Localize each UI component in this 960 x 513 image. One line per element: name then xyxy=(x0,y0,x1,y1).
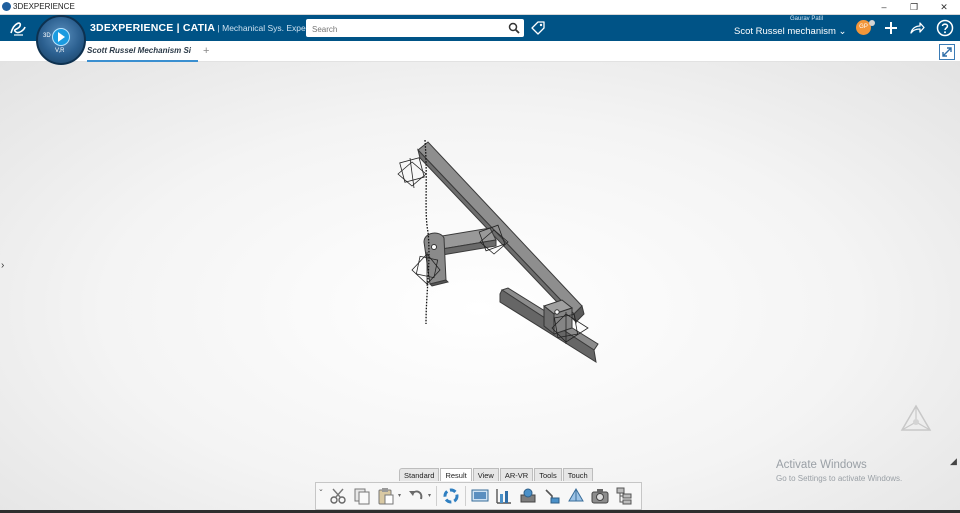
tab-tools[interactable]: Tools xyxy=(534,468,562,481)
tab-view[interactable]: View xyxy=(472,468,499,481)
tab-standard[interactable]: Standard xyxy=(399,468,440,481)
user-name: Gaurav Patil xyxy=(790,16,824,22)
toolbar-divider xyxy=(465,486,466,506)
status-dot xyxy=(869,20,875,26)
space-title: Scot Russel mechanism xyxy=(734,26,836,37)
cut-icon[interactable] xyxy=(328,486,348,506)
play-icon[interactable] xyxy=(52,28,70,46)
tree-icon[interactable] xyxy=(614,486,634,506)
section-tabs: Standard Result View AR-VR Tools Touch xyxy=(399,468,594,481)
tab-result[interactable]: Result xyxy=(440,468,472,481)
simulation-icon[interactable] xyxy=(518,486,538,506)
app-icon xyxy=(2,2,11,11)
tab-ar-vr[interactable]: AR-VR xyxy=(499,468,534,481)
ds-logo-icon[interactable] xyxy=(8,18,28,38)
tab-touch[interactable]: Touch xyxy=(562,468,593,481)
cursor-icon: ◢ xyxy=(950,456,957,466)
collapse-chevron-icon[interactable]: ⌄ xyxy=(318,485,326,507)
window-titlebar: 3DEXPERIENCE – ❐ ✕ xyxy=(0,0,960,15)
tab-scott-russel-mechanism[interactable]: Scott Russel Mechanism Si xyxy=(87,44,198,62)
restore-button[interactable]: ❐ xyxy=(902,0,926,14)
measure-icon[interactable] xyxy=(494,486,514,506)
joint-frame-top xyxy=(397,157,427,189)
search-box[interactable] xyxy=(306,19,524,37)
robot-compass-icon[interactable] xyxy=(896,402,936,438)
paste-icon[interactable] xyxy=(376,486,396,506)
close-button[interactable]: ✕ xyxy=(932,0,956,14)
undo-icon[interactable] xyxy=(406,486,426,506)
add-tab-button[interactable]: + xyxy=(203,44,209,58)
search-input[interactable] xyxy=(310,21,504,37)
brand-name: 3DEXPERIENCE | CATIA xyxy=(90,22,216,34)
compass-widget[interactable]: 3D V,R xyxy=(36,15,86,65)
tag-icon[interactable] xyxy=(530,20,546,36)
top-bar: 3DEXPERIENCE | CATIA | Mechanical Sys. E… xyxy=(0,15,960,41)
sensor-icon[interactable] xyxy=(542,486,562,506)
activate-windows-watermark: Activate Windows Go to Settings to activ… xyxy=(776,459,902,483)
minimize-button[interactable]: – xyxy=(872,0,896,14)
compass-3d-label: 3D xyxy=(43,33,51,39)
trace-curve xyxy=(424,139,430,325)
compass-vr-label: V,R xyxy=(55,48,65,54)
toolbar-divider xyxy=(436,486,437,506)
camera-view-icon[interactable] xyxy=(470,486,490,506)
expand-button[interactable] xyxy=(939,44,955,60)
update-icon[interactable] xyxy=(441,486,461,506)
space-title-dropdown[interactable]: Scot Russel mechanism ⌄ xyxy=(734,26,847,37)
help-icon[interactable] xyxy=(936,19,954,37)
undo-dropdown-icon[interactable]: ▾ xyxy=(428,486,434,506)
fly-mode-icon[interactable] xyxy=(566,486,586,506)
capture-icon[interactable] xyxy=(590,486,610,506)
mechanism-model[interactable] xyxy=(0,62,960,510)
share-icon[interactable] xyxy=(908,19,926,37)
window-title: 3DEXPERIENCE xyxy=(13,2,75,11)
watermark-subtitle: Go to Settings to activate Windows. xyxy=(776,474,903,483)
tab-bar: Scott Russel Mechanism Si + xyxy=(0,41,960,62)
paste-dropdown-icon[interactable]: ▾ xyxy=(398,486,404,506)
app-brand: 3DEXPERIENCE | CATIA | Mechanical Sys. E… xyxy=(90,15,322,41)
action-bar: ⌄ ▾ ▾ xyxy=(315,482,642,510)
copy-icon[interactable] xyxy=(352,486,372,506)
chevron-down-icon: ⌄ xyxy=(838,26,847,37)
search-icon[interactable] xyxy=(508,22,520,34)
add-icon[interactable] xyxy=(882,19,900,37)
3d-viewport[interactable]: › Activate Windows Go to Settings to act… xyxy=(0,62,960,510)
expand-icon xyxy=(942,47,952,57)
watermark-title: Activate Windows xyxy=(776,459,867,471)
